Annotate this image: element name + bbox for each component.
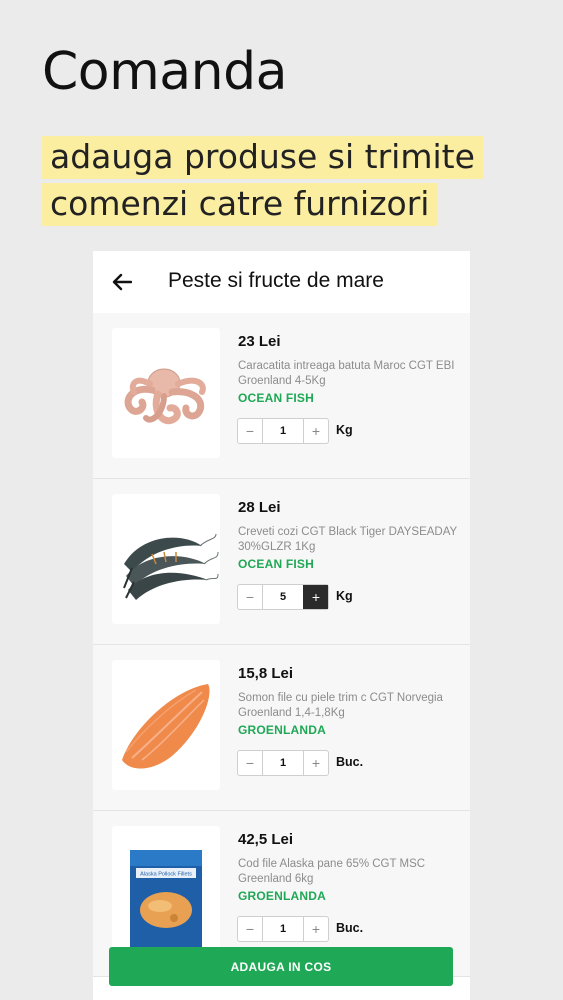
product-description: Creveti cozi CGT Black Tiger DAYSEADAY 3… — [238, 526, 457, 553]
increment-button[interactable]: + — [303, 917, 328, 941]
decrement-button[interactable]: − — [238, 917, 263, 941]
product-image-fish-package: Alaska Pollock Fillets — [112, 826, 220, 956]
product-price: 42,5 Lei — [238, 831, 294, 848]
product-supplier[interactable]: OCEAN FISH — [238, 391, 314, 405]
product-supplier[interactable]: GROENLANDA — [238, 723, 326, 737]
product-price: 23 Lei — [238, 333, 281, 350]
product-card[interactable]: 23 Lei Caracatita intreaga batuta Maroc … — [93, 313, 470, 479]
page-title: Peste si fructe de mare — [168, 269, 384, 292]
increment-button[interactable]: + — [303, 419, 328, 443]
quantity-unit: Kg — [336, 423, 353, 437]
product-supplier[interactable]: GROENLANDA — [238, 889, 326, 903]
app-header: Peste si fructe de mare — [93, 251, 470, 313]
product-price: 15,8 Lei — [238, 665, 294, 682]
quantity-stepper: − 1 + — [237, 418, 329, 444]
quantity-value[interactable]: 1 — [263, 917, 303, 941]
increment-button[interactable]: + — [303, 751, 328, 775]
arrow-left-icon — [112, 273, 132, 291]
quantity-unit: Buc. — [336, 755, 364, 769]
promo-subtitle-line-1: adauga produse si trimite — [42, 136, 483, 179]
increment-button[interactable]: + — [303, 585, 328, 609]
product-image-octopus — [112, 328, 220, 458]
decrement-button[interactable]: − — [238, 585, 263, 609]
promo-subtitle-line-2: comenzi catre furnizori — [42, 183, 438, 226]
phone-screen: Peste si fructe de mare 23 Lei Caracatit… — [93, 251, 470, 1000]
back-button[interactable] — [109, 269, 135, 295]
decrement-button[interactable]: − — [238, 419, 263, 443]
promo-title: Comanda — [42, 42, 287, 102]
quantity-unit: Buc. — [336, 921, 364, 935]
product-description: Cod file Alaska pane 65% CGT MSC Greenla… — [238, 858, 426, 885]
svg-text:Alaska Pollock Fillets: Alaska Pollock Fillets — [140, 872, 192, 878]
product-card[interactable]: 28 Lei Creveti cozi CGT Black Tiger DAYS… — [93, 479, 470, 645]
add-to-cart-button[interactable]: ADAUGA IN COS — [109, 947, 453, 986]
product-description: Somon file cu piele trim c CGT Norvegia … — [238, 692, 443, 719]
product-price: 28 Lei — [238, 499, 281, 516]
quantity-unit: Kg — [336, 589, 353, 603]
product-image-shrimp — [112, 494, 220, 624]
quantity-stepper: − 1 + — [237, 916, 329, 942]
product-image-salmon-fillet — [112, 660, 220, 790]
quantity-value[interactable]: 1 — [263, 751, 303, 775]
product-card[interactable]: 15,8 Lei Somon file cu piele trim c CGT … — [93, 645, 470, 811]
quantity-value[interactable]: 5 — [263, 585, 303, 609]
quantity-value[interactable]: 1 — [263, 419, 303, 443]
product-description: Caracatita intreaga batuta Maroc CGT EBI… — [238, 360, 455, 387]
product-supplier[interactable]: OCEAN FISH — [238, 557, 314, 571]
decrement-button[interactable]: − — [238, 751, 263, 775]
quantity-stepper: − 5 + — [237, 584, 329, 610]
quantity-stepper: − 1 + — [237, 750, 329, 776]
